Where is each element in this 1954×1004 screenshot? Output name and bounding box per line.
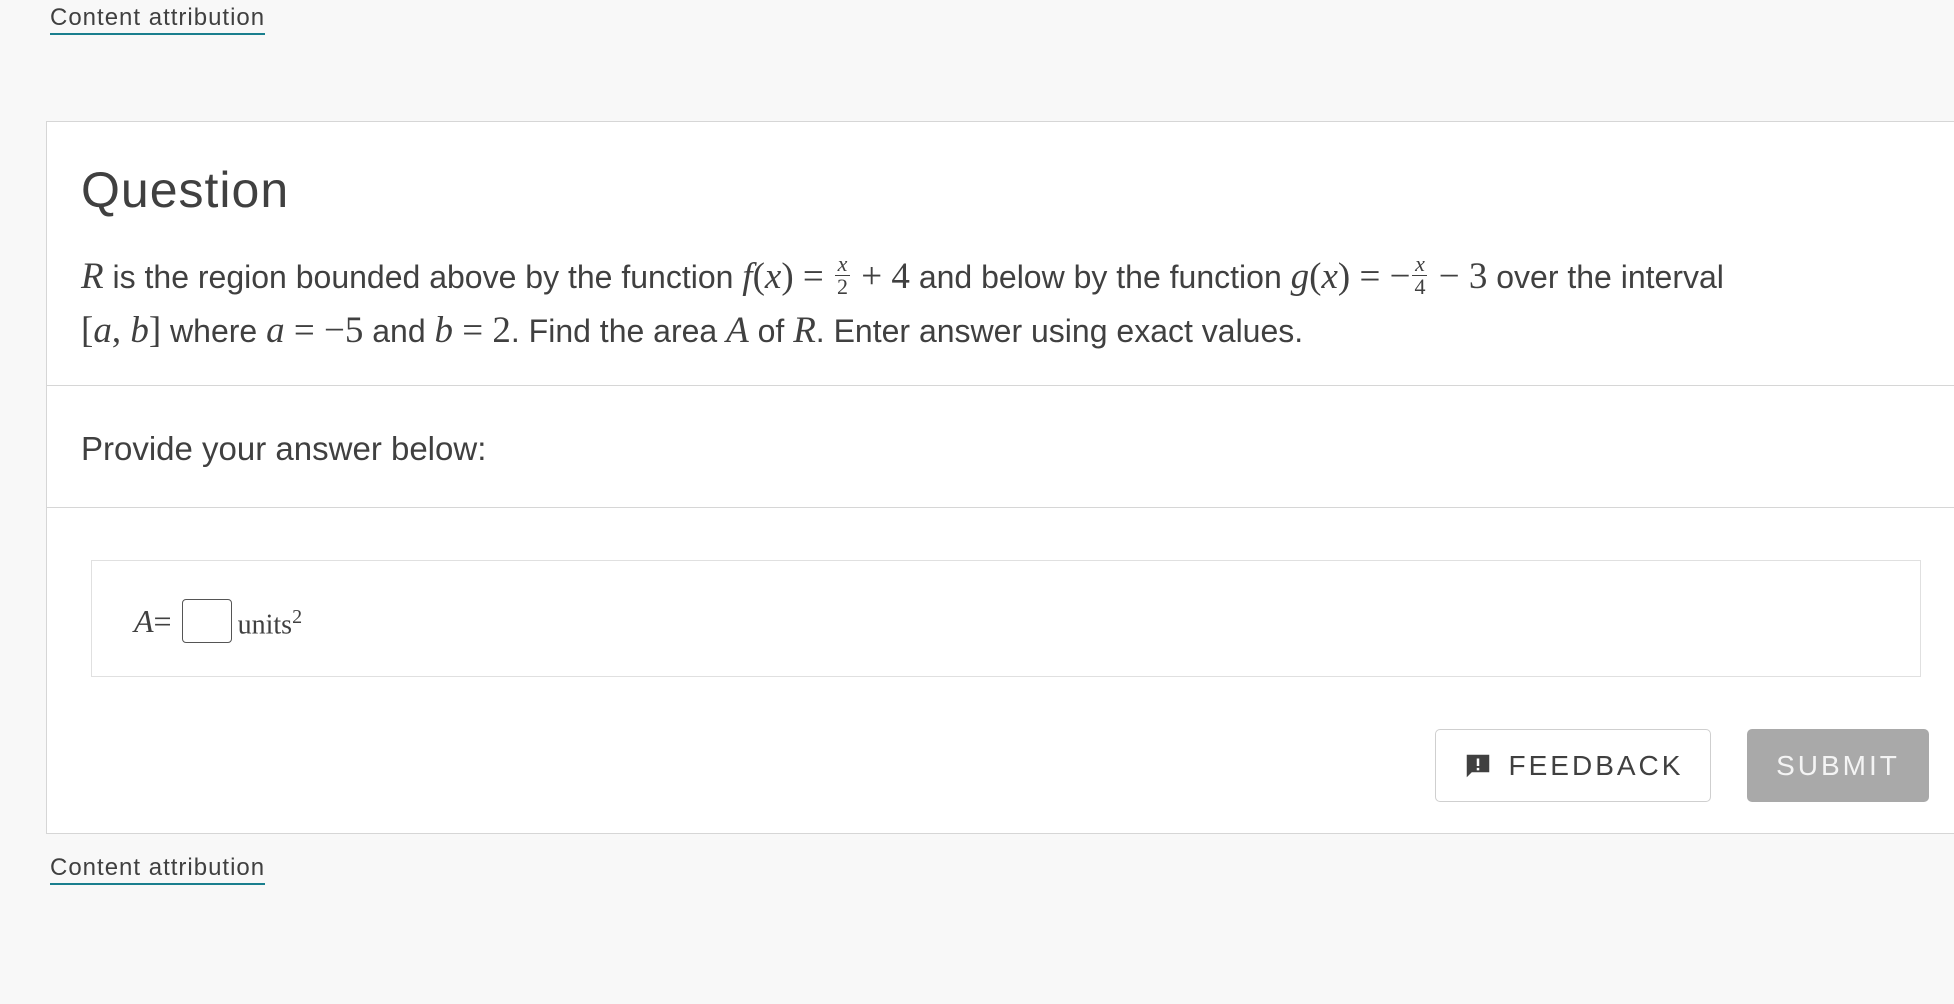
content-attribution-link-top[interactable]: Content attribution [50, 4, 266, 35]
answer-equation: A = units2 [134, 595, 302, 647]
area-answer-input[interactable] [181, 599, 232, 644]
submit-button[interactable]: SUBMIT [1747, 729, 1929, 802]
answer-prompt: Provide your answer below: [81, 430, 487, 467]
submit-label: SUBMIT [1776, 749, 1900, 781]
answer-equals: = [153, 603, 172, 640]
feedback-button[interactable]: FEEDBACK [1435, 729, 1711, 802]
answer-variable: A [134, 603, 154, 640]
fraction-x-over-4: x4 [1412, 251, 1428, 300]
answer-units: units2 [237, 606, 303, 641]
answer-container: A = units2 [91, 560, 1921, 677]
question-heading: Question [81, 162, 290, 218]
content-attribution-link-bottom[interactable]: Content attribution [50, 854, 266, 885]
question-card: Question R is the region bounded above b… [46, 121, 1954, 834]
question-section: Question R is the region bounded above b… [47, 122, 1954, 386]
feedback-label: FEEDBACK [1508, 749, 1684, 781]
feedback-exclamation-icon [1466, 754, 1489, 777]
fraction-x-over-2: x2 [835, 251, 851, 300]
answer-prompt-section: Provide your answer below: [47, 385, 1954, 508]
question-text: R is the region bounded above by the fun… [81, 251, 1724, 351]
